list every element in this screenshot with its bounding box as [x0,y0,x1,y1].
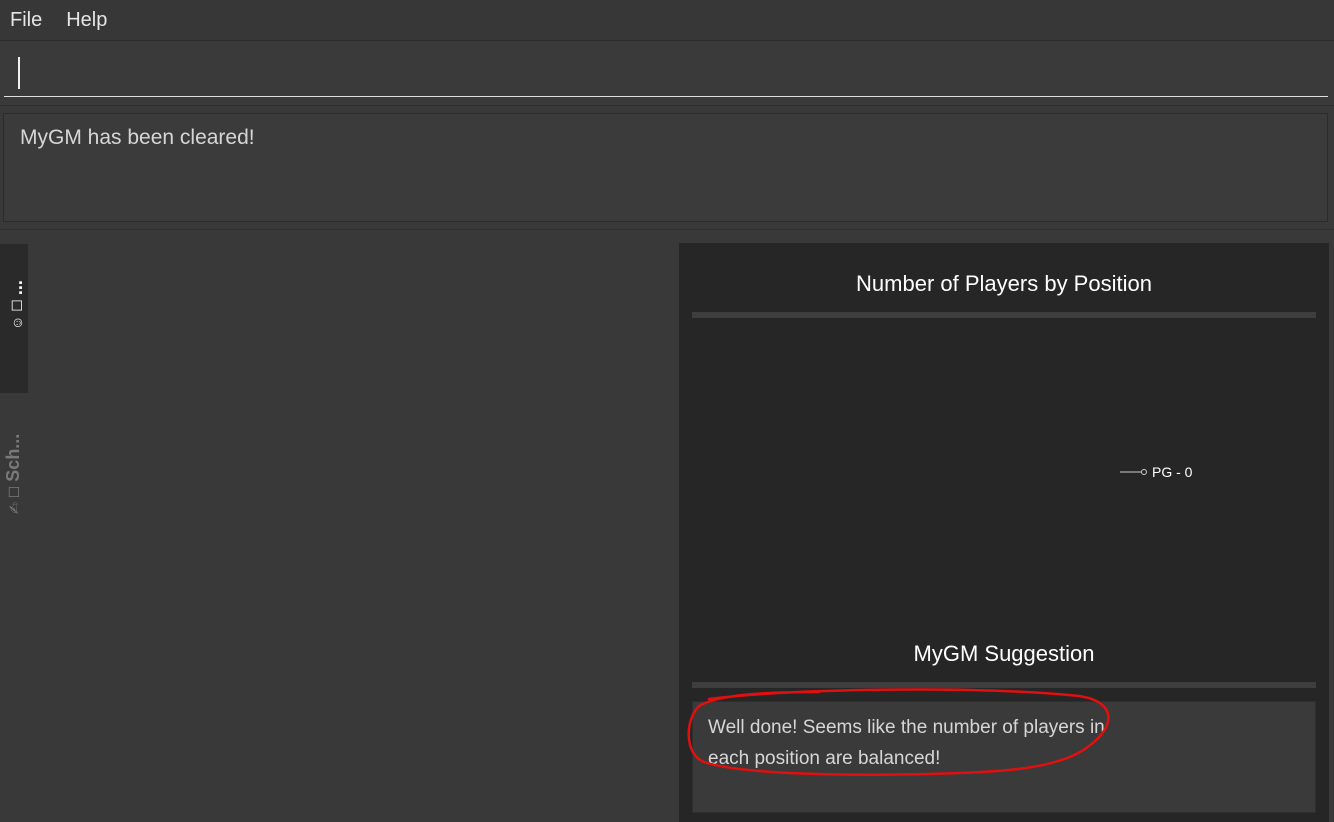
tab-schedule[interactable]: ✍ ☐ Sch... [0,400,28,530]
suggestion-text: Well done! Seems like the number of play… [708,717,1105,769]
position-pie-chart: PG - 0 [1120,464,1193,480]
tab-player-list-label: ☺ ☐... [6,280,27,330]
menu-bar: File Help [0,0,1334,41]
pie-label-0: PG - 0 [1152,464,1193,480]
menu-file[interactable]: File [10,9,50,32]
section-divider [0,229,1334,230]
chart-title: Number of Players by Position [856,271,1152,296]
chart-title-rule [692,312,1316,318]
result-message: MyGM has been cleared! [20,126,255,149]
tab-active-text: ... [6,280,26,296]
suggestion-title: MyGM Suggestion [913,641,1095,666]
text-caret [18,57,20,89]
square-icon: ☐ [6,485,22,499]
square-icon: ☐ [9,299,25,312]
pie-label-marker-0 [1141,469,1147,475]
app-window: File Help MyGM has been cleared! ☺ ☐... ✍… [0,0,1334,822]
smiley-icon: ☺ [9,315,25,330]
result-display: MyGM has been cleared! [3,113,1328,222]
stats-panel: Number of Players by Position PG - 0 MyG… [679,243,1329,822]
suggestion-box: Well done! Seems like the number of play… [692,701,1316,813]
tab-inactive-text: Sch... [3,433,23,482]
tab-player-list[interactable]: ☺ ☐... [0,244,28,393]
suggestion-title-rule [692,682,1316,688]
menu-help[interactable]: Help [66,9,115,32]
tab-schedule-label: ✍ ☐ Sch... [3,434,24,514]
command-input[interactable] [4,51,1328,97]
pencil-icon: ✍ [6,502,22,514]
command-area [0,41,1334,106]
